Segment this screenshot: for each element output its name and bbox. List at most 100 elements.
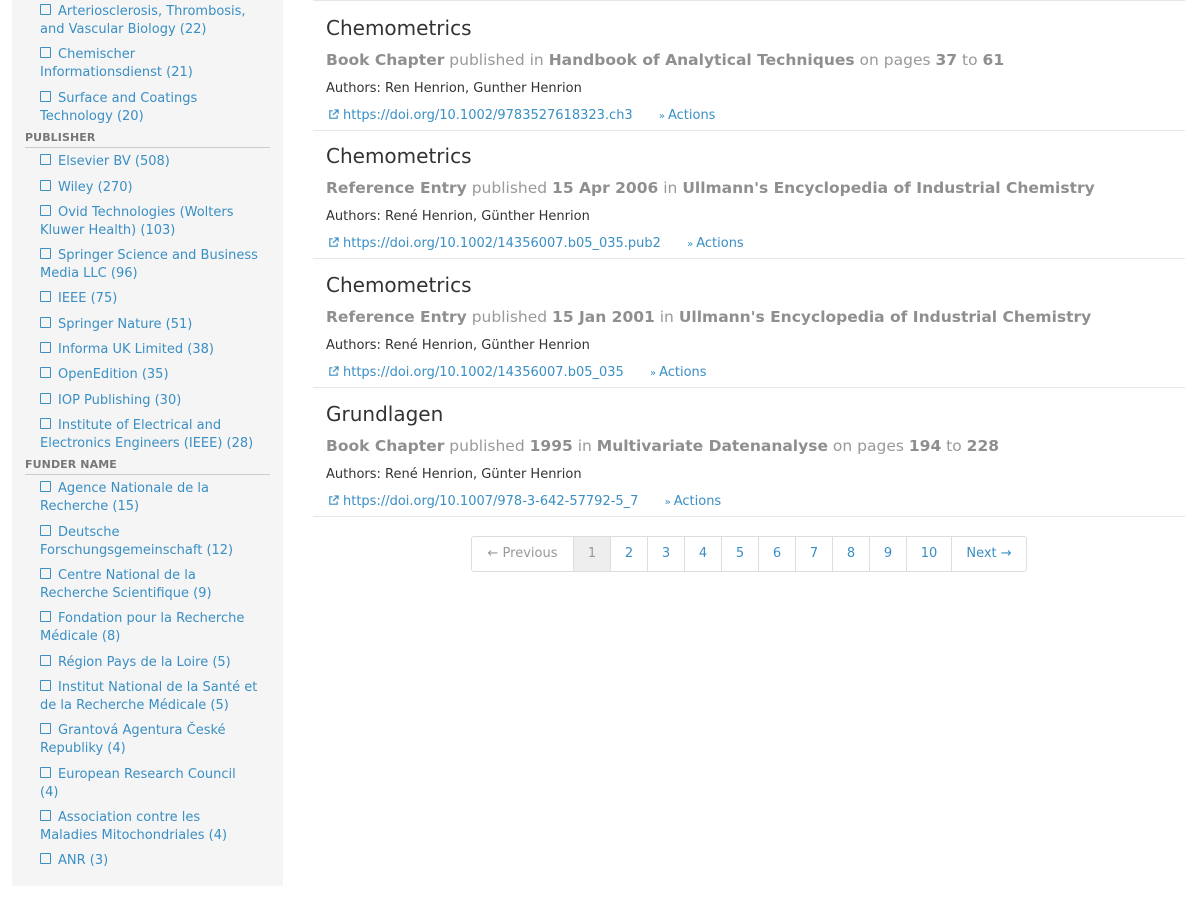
checkbox-icon[interactable] [40,853,51,864]
facet-item-funder[interactable]: European Research Council (4) [40,766,258,802]
facet-item-funder[interactable]: Fondation pour la Recherche Médicale (8) [40,610,258,646]
checkbox-icon[interactable] [40,525,51,536]
checkbox-icon[interactable] [40,291,51,302]
actions-toggle[interactable]: » Actions [659,108,716,123]
page-button-8[interactable]: 8 [833,537,870,571]
checkbox-icon[interactable] [40,655,51,666]
facet-item-journal[interactable]: Surface and Coatings Technology (20) [40,90,258,126]
doi-link[interactable]: https://doi.org/10.1002/14356007.b05_035… [328,236,665,251]
facet-item-label: Institute of Electrical and Electronics … [40,418,254,451]
facet-item-publisher[interactable]: Springer Science and Business Media LLC … [40,247,258,283]
result-divider [313,516,1185,517]
actions-toggle[interactable]: » Actions [665,494,722,509]
checkbox-icon[interactable] [40,154,51,165]
facet-item-journal[interactable]: Chemischer Informationsdienst (21) [40,46,258,82]
page-start: 194 [908,437,942,455]
double-chevron-down-icon: » [687,239,694,250]
facet-item-publisher[interactable]: Elsevier BV (508) [40,153,258,171]
facet-item-funder[interactable]: Région Pays de la Loire (5) [40,654,258,672]
checkbox-icon[interactable] [40,393,51,404]
checkbox-icon[interactable] [40,568,51,579]
checkbox-icon[interactable] [40,481,51,492]
checkbox-icon[interactable] [40,4,51,15]
external-link-icon [329,366,339,376]
result-title[interactable]: Grundlagen [326,402,443,426]
checkbox-icon[interactable] [40,180,51,191]
result-authors: Authors: Ren Henrion, Gunther Henrion [326,81,582,96]
double-chevron-down-icon: » [658,111,665,122]
facet-item-label: Surface and Coatings Technology (20) [40,91,198,124]
page-button-5[interactable]: 5 [722,537,759,571]
external-link-icon [329,109,339,119]
checkbox-icon[interactable] [40,767,51,778]
page-button-9[interactable]: 9 [870,537,907,571]
facet-item-publisher[interactable]: Informa UK Limited (38) [40,341,258,359]
facet-item-publisher[interactable]: IOP Publishing (30) [40,392,258,410]
facet-item-publisher[interactable]: Institute of Electrical and Electronics … [40,417,258,453]
checkbox-icon[interactable] [40,342,51,353]
facet-item-publisher[interactable]: IEEE (75) [40,290,258,308]
page-button-7[interactable]: 7 [796,537,833,571]
result-meta: Book Chapter published 1995 in Multivari… [326,437,1000,455]
result-title[interactable]: Chemometrics [326,16,472,40]
page-button-10[interactable]: 10 [907,537,952,571]
facet-item-funder[interactable]: Deutsche Forschungsgemeinschaft (12) [40,524,258,560]
facet-item-funder[interactable]: Agence Nationale de la Recherche (15) [40,480,258,516]
checkbox-icon[interactable] [40,367,51,378]
result-meta: Reference Entry published 15 Jan 2001 in… [326,308,1092,326]
facet-item-journal[interactable]: Arteriosclerosis, Thrombosis, and Vascul… [40,3,258,39]
result-date: 15 Apr 2006 [552,179,659,197]
facet-item-funder[interactable]: Centre National de la Recherche Scientif… [40,567,258,603]
result-type: Reference Entry [326,179,467,197]
facet-item-funder[interactable]: Institut National de la Santé et de la R… [40,679,258,715]
facet-item-label: ANR (3) [58,853,109,868]
doi-link[interactable]: https://doi.org/10.1002/14356007.b05_035 [328,365,628,380]
page-button-4[interactable]: 4 [685,537,722,571]
facet-item-publisher[interactable]: Springer Nature (51) [40,316,258,334]
page-end: 228 [966,437,1000,455]
facet-item-funder[interactable]: Association contre les Maladies Mitochon… [40,809,258,845]
facet-item-funder[interactable]: ANR (3) [40,852,258,870]
facet-item-label: Springer Science and Business Media LLC … [40,248,258,281]
previous-page-button[interactable]: ← Previous [472,537,574,571]
result-container: Multivariate Datenanalyse [596,437,828,455]
double-chevron-down-icon: » [649,368,657,379]
checkbox-icon[interactable] [40,680,51,691]
next-page-button[interactable]: Next → [952,537,1026,571]
page-button-1[interactable]: 1 [574,537,611,571]
result-authors: Authors: René Henrion, Günther Henrion [326,338,590,353]
checkbox-icon[interactable] [40,810,51,821]
checkbox-icon[interactable] [40,205,51,216]
result-item: Chemometrics Reference Entry published 1… [313,130,1185,259]
checkbox-icon[interactable] [40,418,51,429]
result-links: https://doi.org/10.1002/14356007.b05_035… [328,235,744,254]
checkbox-icon[interactable] [40,611,51,622]
facet-item-label: Fondation pour la Recherche Médicale (8) [40,611,245,644]
checkbox-icon[interactable] [40,91,51,102]
facet-item-publisher[interactable]: Wiley (270) [40,179,258,197]
checkbox-icon[interactable] [40,317,51,328]
facet-item-publisher[interactable]: Ovid Technologies (Wolters Kluwer Health… [40,204,258,240]
result-title[interactable]: Chemometrics [326,144,472,168]
doi-link[interactable]: https://doi.org/10.1007/978-3-642-57792-… [328,494,643,509]
page-button-6[interactable]: 6 [759,537,796,571]
result-type: Reference Entry [326,308,467,326]
facet-item-label: Centre National de la Recherche Scientif… [40,568,212,601]
checkbox-icon[interactable] [40,248,51,259]
checkbox-icon[interactable] [40,47,51,58]
result-title[interactable]: Chemometrics [326,273,472,297]
page-button-3[interactable]: 3 [648,537,685,571]
facet-item-publisher[interactable]: OpenEdition (35) [40,366,258,384]
facet-item-label: Grantová Agentura České Republiky (4) [40,723,226,756]
page-button-2[interactable]: 2 [611,537,648,571]
actions-toggle[interactable]: » Actions [650,365,707,380]
checkbox-icon[interactable] [40,723,51,734]
doi-link[interactable]: https://doi.org/10.1002/9783527618323.ch… [328,108,637,123]
facet-item-label: IEEE (75) [58,291,118,306]
actions-toggle[interactable]: » Actions [687,236,744,251]
facet-item-label: Arteriosclerosis, Thrombosis, and Vascul… [40,4,246,37]
facet-item-funder[interactable]: Grantová Agentura České Republiky (4) [40,722,258,758]
facet-item-label: Région Pays de la Loire (5) [58,655,231,670]
result-meta: Book Chapter published in Handbook of An… [326,51,1005,69]
result-date: 1995 [529,437,573,455]
